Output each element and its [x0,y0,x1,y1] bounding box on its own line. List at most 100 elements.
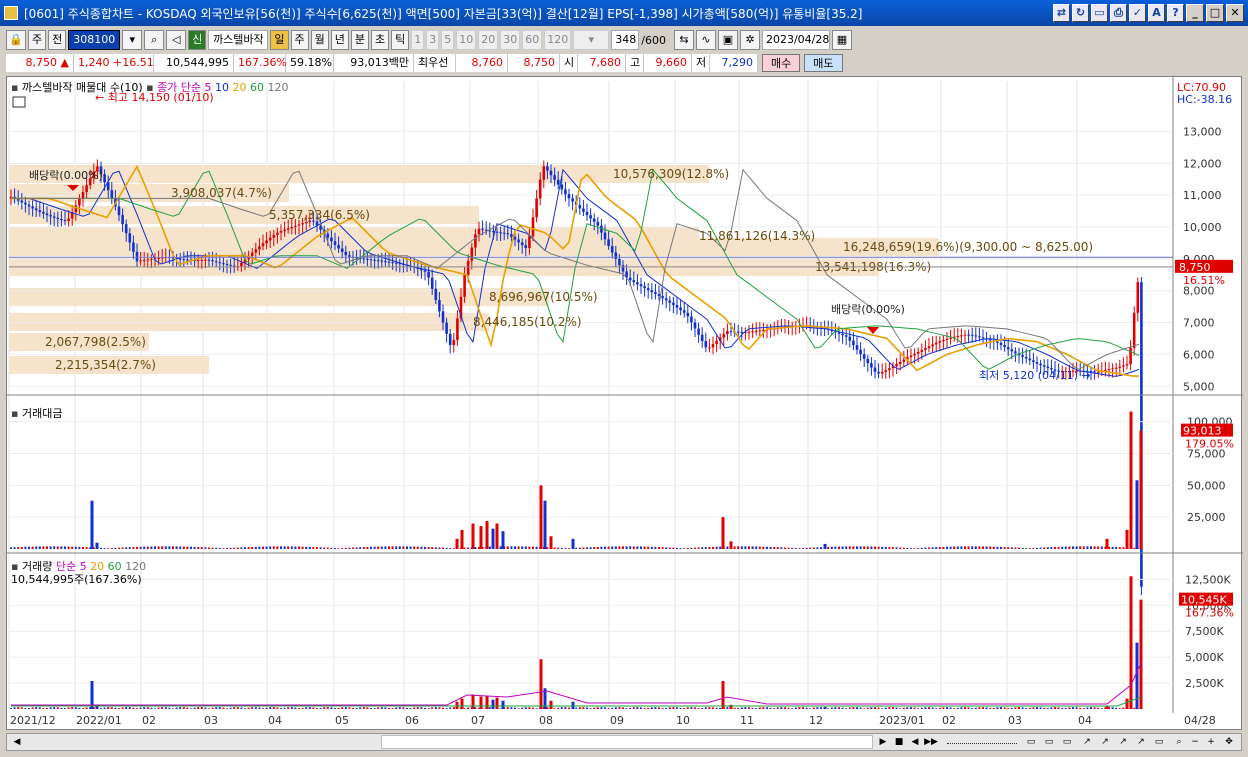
refresh-icon[interactable]: ↻ [1072,4,1089,22]
interval-20[interactable]: 20 [478,30,499,50]
volume-bar [402,707,405,709]
draw4-icon[interactable]: ↗ [1133,735,1149,749]
volume-tick-label: 7,500K [1185,625,1224,638]
layout3-icon[interactable]: ▭ [1059,735,1075,749]
volume-bar [233,707,236,709]
period-second[interactable]: 초 [371,30,390,50]
x-tick-label: 06 [405,714,419,727]
back-icon[interactable]: ◀ [907,735,923,749]
chart-icon[interactable]: ∿ [695,30,716,50]
draw3-icon[interactable]: ↗ [1115,735,1131,749]
period-tick[interactable]: 틱 [391,30,410,50]
zoom-out-icon[interactable]: ⌕ [1171,735,1187,749]
minus-icon[interactable]: − [1187,735,1203,749]
amount-bar [103,547,106,549]
period-minute[interactable]: 분 [350,30,369,50]
amount-bar [154,546,156,549]
draw2-icon[interactable]: ↗ [1097,735,1113,749]
move-icon[interactable]: ✥ [1221,735,1237,749]
amount-bar [290,546,293,549]
forward-icon[interactable]: ▶▶ [923,735,939,749]
volume-bar [107,707,110,709]
candle-body [754,330,758,332]
count-input[interactable]: 348 [611,30,640,50]
amount-bar [240,547,243,549]
link-icon[interactable]: ⇄ [1053,4,1070,22]
x-tick-label: 05 [335,714,349,727]
interval-120[interactable]: 120 [544,30,572,50]
print-icon[interactable]: ⎙ [1110,4,1127,22]
volume-bar [622,707,624,709]
volume-bar [856,707,858,709]
lock-icon[interactable]: 🔒 [6,30,26,50]
period-week[interactable]: 주 [290,30,309,50]
candle-body [1122,365,1125,367]
chart-canvas[interactable]: 13,00012,00011,00010,0009,0008,0007,0006… [7,77,1243,731]
interval-60[interactable]: 60 [522,30,543,50]
amount-bar [686,548,689,549]
candle-body [42,211,45,214]
volume-bar [931,707,934,709]
volume-bar [308,707,311,709]
chart-area[interactable]: 13,000 12,000 11,000 10,000 9,000 8,000 7,000 6… [6,76,1243,731]
interval-1[interactable]: 1 [411,30,425,50]
amount-bar [53,546,56,549]
amount-bar [308,546,311,549]
prev-button[interactable]: 전 [48,30,67,50]
check-icon[interactable]: ✓ [1129,4,1146,22]
settings-icon[interactable]: ✲ [739,30,760,50]
draw5-icon[interactable]: ▭ [1151,735,1167,749]
volume-bar [820,707,822,709]
save-icon[interactable]: ▣ [717,30,738,50]
scrollbar[interactable]: ◀ ▶ ■ ◀ ▶▶ ▭ ▭ ▭ ↗ ↗ ↗ ↗ ▭ ⌕ − + ✥ [6,733,1242,751]
period-year[interactable]: 년 [330,30,349,50]
amount-bar [1135,480,1139,549]
play-icon[interactable]: ▶ [875,735,891,749]
search-icon[interactable]: ⌕ [144,30,165,50]
amount-bar [491,528,495,549]
draw1-icon[interactable]: ↗ [1079,735,1095,749]
font-icon[interactable]: A [1148,4,1165,22]
type-select[interactable]: 주 [28,30,47,50]
interval-30[interactable]: 30 [500,30,521,50]
amount-bar [298,546,300,549]
window-icon[interactable]: ▭ [1091,4,1108,22]
date-input[interactable]: 2023/04/28 [761,30,830,50]
calendar-icon[interactable]: ▦ [831,30,852,50]
zoom-slider[interactable] [947,738,1017,744]
interval-3[interactable]: 3 [426,30,440,50]
interval-5[interactable]: 5 [441,30,455,50]
stop-icon[interactable]: ■ [891,735,907,749]
interval-10[interactable]: 10 [456,30,477,50]
layout2-icon[interactable]: ▭ [1041,735,1057,749]
maximize-button[interactable]: □ [1206,4,1224,22]
scroll-left-icon[interactable]: ◀ [9,735,25,749]
volume-bar [370,707,372,709]
sell-button[interactable]: 매도 [804,54,843,72]
amount-bar [1111,546,1114,549]
interval-custom[interactable]: ▾ [573,30,610,50]
buy-button[interactable]: 매수 [762,54,801,72]
dropdown-icon[interactable]: ▾ [122,30,143,50]
amount-bar [1064,546,1067,549]
speaker-icon[interactable]: ◁ [166,30,187,50]
volume-bar [989,708,992,709]
compare-icon[interactable]: ⇆ [673,30,694,50]
close-button[interactable]: ✕ [1226,4,1244,22]
x-tick-label: 02 [142,714,156,727]
amount-bar [830,546,833,549]
layout1-icon[interactable]: ▭ [1023,735,1039,749]
period-day[interactable]: 일 [270,30,289,50]
code-input[interactable]: 308100 [68,30,121,50]
amount-bar [1075,546,1078,549]
ma60-label: 60 [250,81,265,94]
amount-bar [179,546,182,549]
minimize-button[interactable]: _ [1186,4,1204,22]
amount-bar [971,546,974,549]
plus-icon[interactable]: + [1203,735,1219,749]
period-month[interactable]: 월 [310,30,329,50]
scroll-thumb[interactable] [381,735,873,749]
candle-body [1032,360,1035,363]
help-icon[interactable]: ? [1167,4,1184,22]
candle-body [200,259,204,261]
